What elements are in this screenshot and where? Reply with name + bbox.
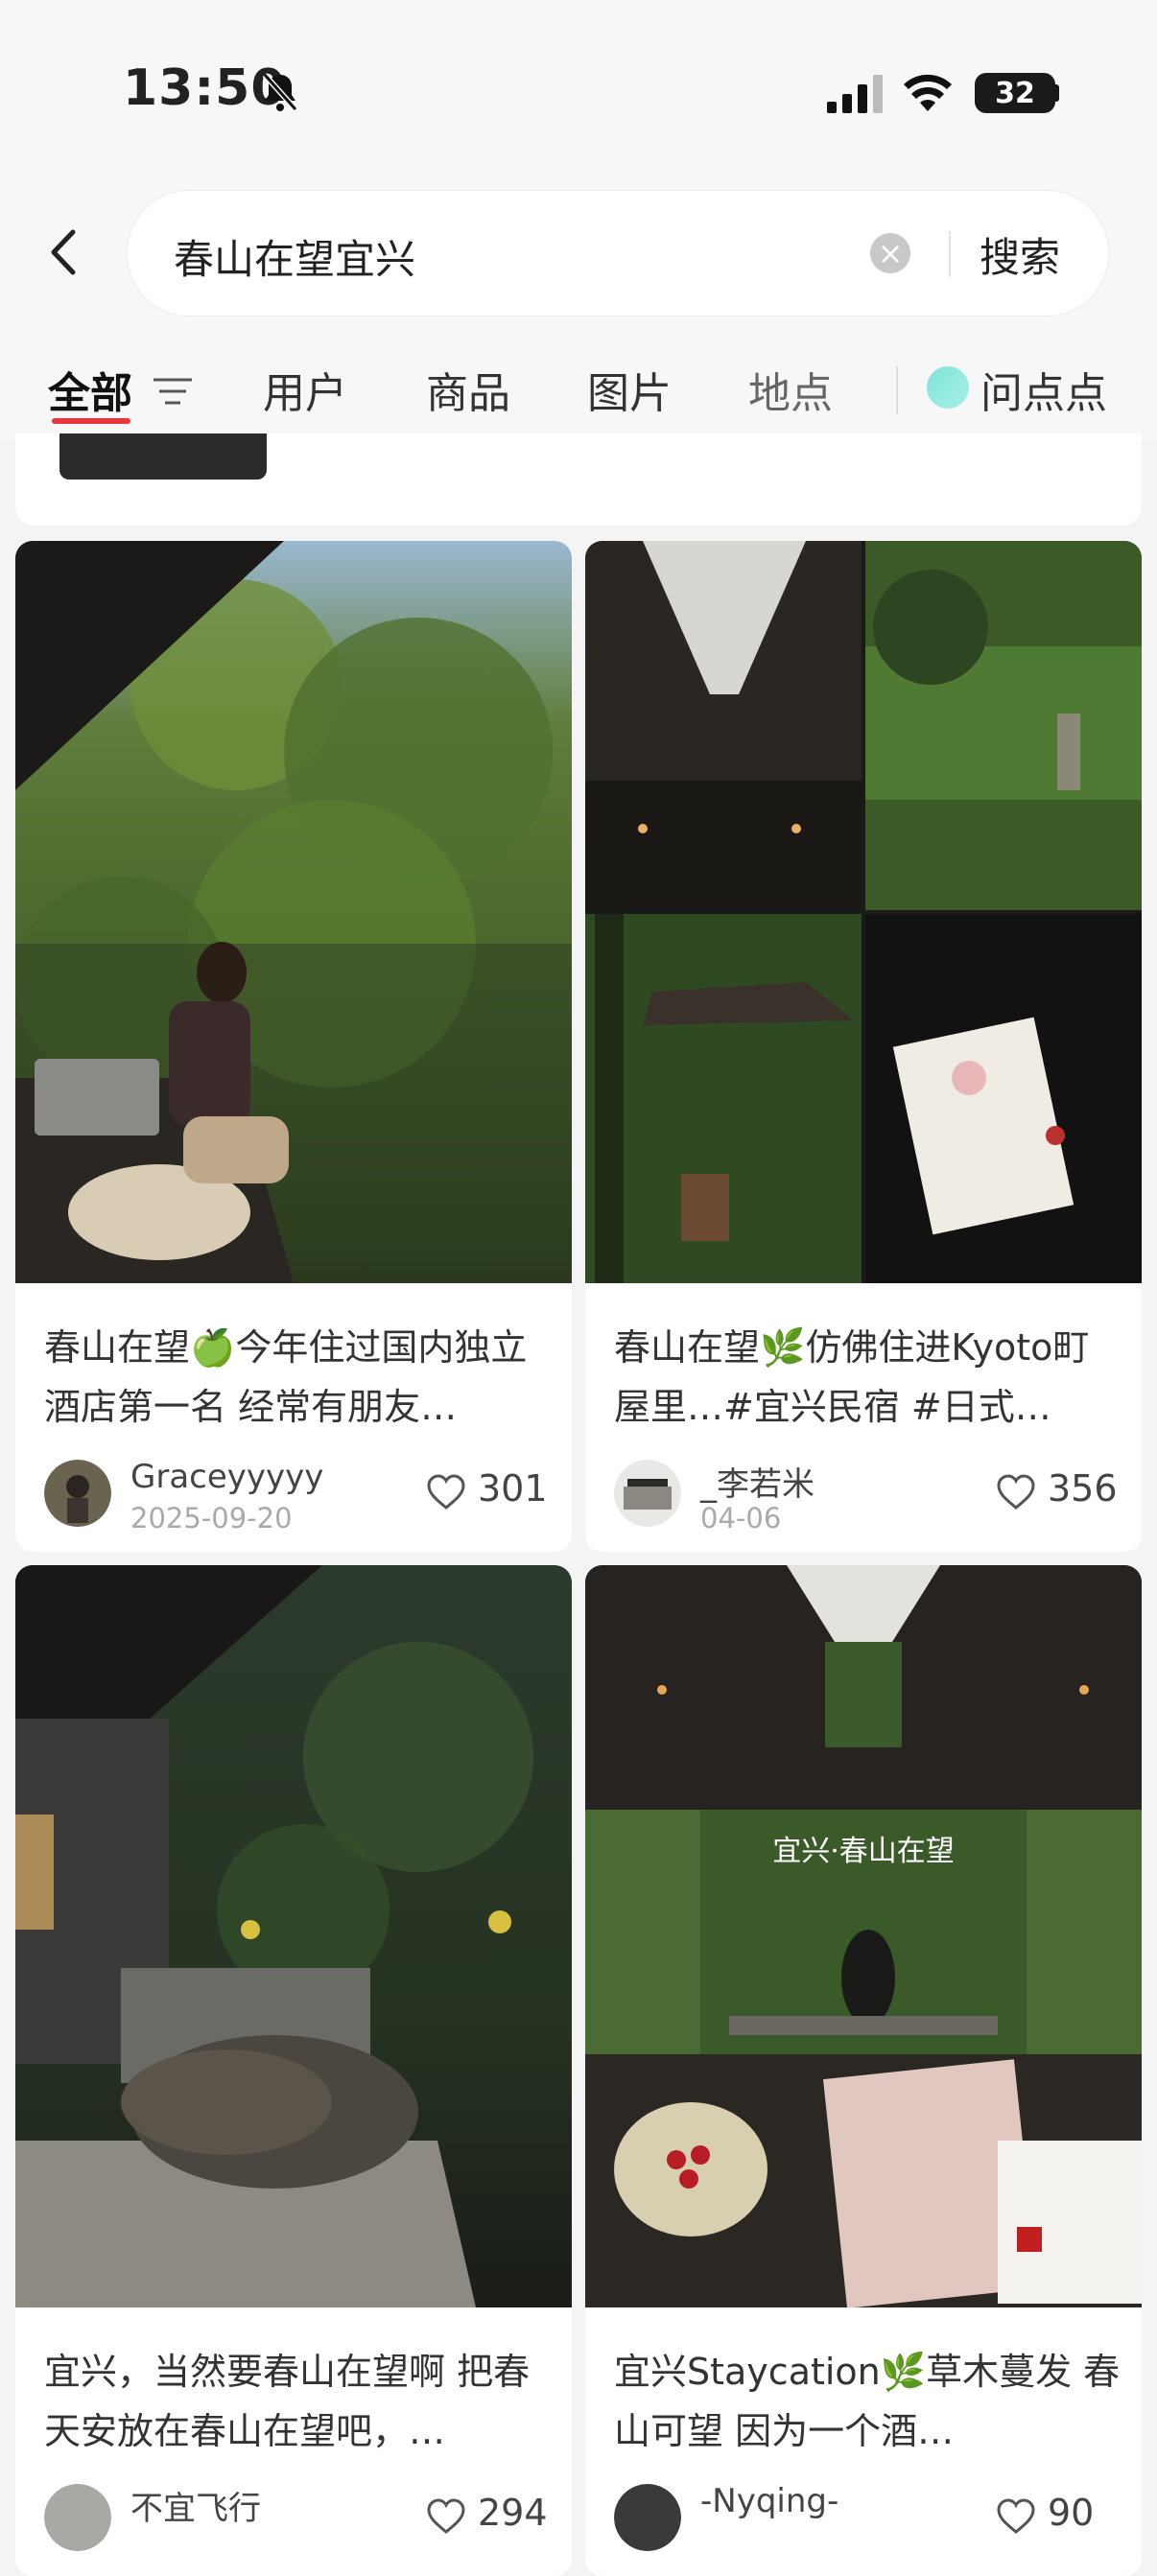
author-name[interactable]: 不宜飞行 — [130, 2482, 261, 2529]
post-photo-collage — [585, 541, 1142, 1283]
heart-icon[interactable] — [996, 1473, 1036, 1511]
post-photo-staycation-collage: 宜兴·春山在望 — [585, 1565, 1142, 2307]
tab-all[interactable]: 全部 — [48, 359, 132, 420]
like-count: 90 — [1048, 2492, 1095, 2534]
back-arrow-icon[interactable] — [40, 226, 92, 278]
ask-ai-icon[interactable] — [927, 366, 969, 409]
like-count: 301 — [478, 1467, 548, 1510]
author-name[interactable]: Graceyyyyy — [130, 1458, 323, 1496]
search-button[interactable]: 搜索 — [980, 225, 1060, 284]
post-card[interactable]: 春山在望🍏今年住过国内独立酒店第一名 经常有朋友… Graceyyyyy 202… — [15, 541, 572, 1552]
author-avatar[interactable] — [614, 2484, 681, 2551]
tab-separator — [896, 366, 898, 414]
tab-users[interactable]: 用户 — [263, 359, 347, 420]
post-photo-cat-cushion — [15, 1565, 572, 2307]
previous-card-thumbnail — [59, 433, 267, 480]
author-avatar[interactable] — [614, 1460, 681, 1527]
search-input[interactable]: 春山在望宜兴 × 搜索 — [127, 190, 1109, 316]
post-title[interactable]: 宜兴，当然要春山在望啊 把春天安放在春山在望吧，… — [44, 2342, 553, 2461]
battery-indicator: 32 — [975, 73, 1055, 113]
clear-search-icon[interactable]: × — [870, 233, 910, 273]
tab-images[interactable]: 图片 — [587, 359, 672, 420]
author-avatar[interactable] — [44, 1460, 111, 1527]
status-bar: 13:50 32 — [0, 0, 1157, 182]
post-title[interactable]: 宜兴Staycation🌿草木蔓发 春山可望 因为一个酒… — [614, 2342, 1122, 2461]
filter-tabs: 全部 用户 商品 图片 地点 问点点 — [0, 345, 1157, 432]
post-title[interactable]: 春山在望🍏今年住过国内独立酒店第一名 经常有朋友… — [44, 1318, 553, 1437]
post-date: 04-06 — [700, 1502, 782, 1534]
post-card[interactable]: 宜兴·春山在望 宜兴Staycation🌿草木蔓发 春山可望 因为一个酒… -N… — [585, 1565, 1142, 2576]
tab-places[interactable]: 地点 — [748, 359, 833, 420]
like-count: 294 — [478, 2492, 548, 2534]
search-query-text[interactable]: 春山在望宜兴 — [174, 227, 415, 286]
post-photo-woman-garden — [15, 541, 572, 1283]
photo-overlay-text: 宜兴·春山在望 — [772, 1835, 955, 1868]
post-title[interactable]: 春山在望🌿仿佛住进Kyoto町屋里…#宜兴民宿 #日式… — [614, 1318, 1122, 1437]
wifi-icon — [904, 74, 952, 111]
post-card[interactable]: 春山在望🌿仿佛住进Kyoto町屋里…#宜兴民宿 #日式… _李若米 04-06 … — [585, 541, 1142, 1552]
tab-products[interactable]: 商品 — [426, 359, 510, 420]
heart-icon[interactable] — [426, 1473, 466, 1511]
like-count: 356 — [1048, 1467, 1118, 1510]
author-avatar[interactable] — [44, 2484, 111, 2551]
post-date: 2025-09-20 — [130, 1502, 293, 1534]
heart-icon[interactable] — [426, 2497, 466, 2536]
previous-card[interactable] — [15, 433, 1142, 526]
battery-tip — [1053, 84, 1059, 102]
heart-icon[interactable] — [996, 2497, 1036, 2536]
cellular-signal-icon — [827, 75, 883, 113]
filter-icon[interactable] — [152, 374, 194, 409]
tab-ask[interactable]: 问点点 — [980, 359, 1107, 420]
search-divider — [949, 231, 951, 277]
bell-muted-icon — [262, 73, 298, 111]
author-name[interactable]: -Nyqing- — [700, 2482, 838, 2520]
active-tab-underline — [52, 418, 130, 424]
post-card[interactable]: 宜兴，当然要春山在望啊 把春天安放在春山在望吧，… 不宜飞行 294 — [15, 1565, 572, 2576]
author-name[interactable]: _李若米 — [700, 1458, 815, 1505]
